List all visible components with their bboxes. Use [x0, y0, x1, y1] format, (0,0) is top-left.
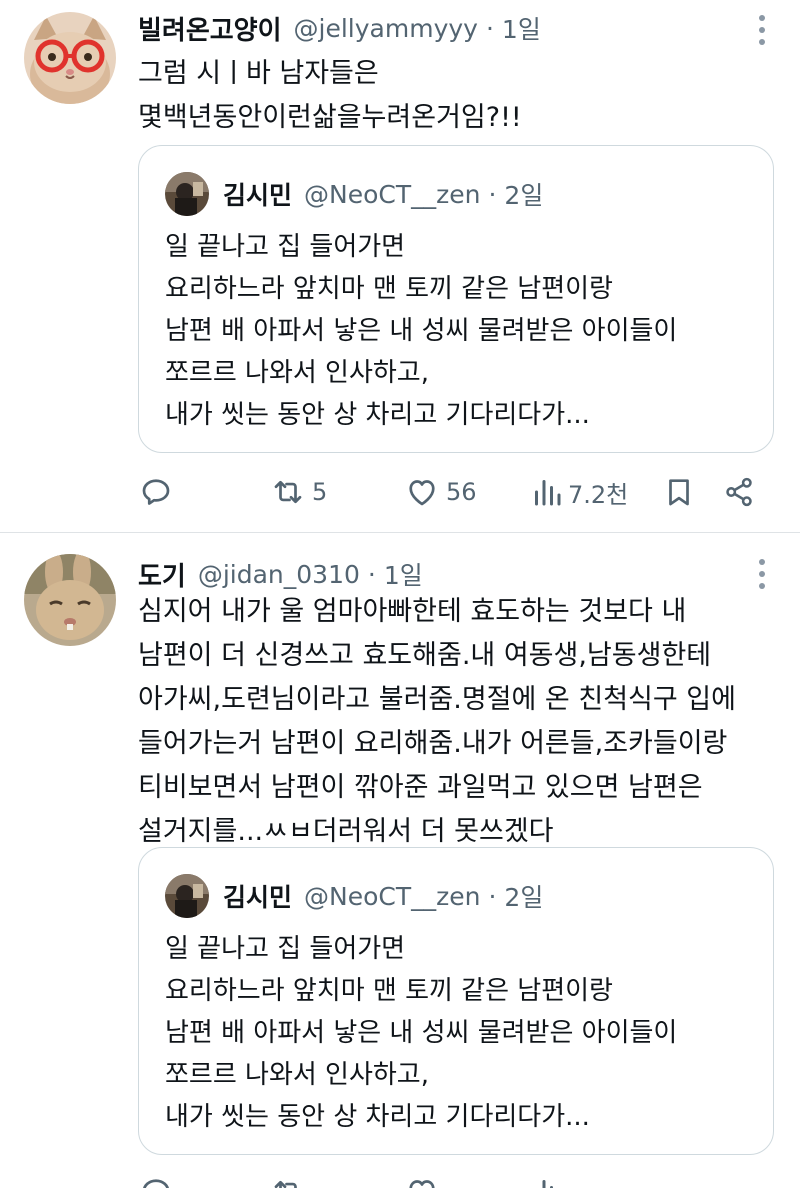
- reply-icon: [142, 479, 170, 505]
- views-button[interactable]: 7.2천: [532, 470, 628, 514]
- avatar-rabbit[interactable]: [24, 554, 116, 646]
- quoted-display-name: 김시민: [223, 181, 293, 210]
- views-icon: [535, 480, 561, 506]
- quoted-text-line: 남편 배 아파서 낳은 내 성씨 물려받은 아이들이: [165, 1018, 678, 1048]
- quoted-text-line: 일 끝나고 집 들어가면: [165, 934, 406, 964]
- display-name[interactable]: 빌려온고양이: [138, 10, 282, 47]
- retweet-button[interactable]: [270, 1170, 306, 1188]
- reply-icon: [143, 1179, 169, 1188]
- retweet-button[interactable]: 5: [270, 470, 327, 514]
- more-icon[interactable]: [754, 554, 770, 594]
- timestamp[interactable]: 1일: [384, 556, 423, 592]
- quoted-user-handle: @NeoCT__zen: [304, 881, 481, 911]
- tweet-header: 빌려온고양이 @jellyammyyy · 1일: [138, 8, 541, 48]
- retweet-icon: [274, 480, 302, 504]
- action-bar: 5 56 7.2천: [138, 470, 768, 514]
- quoted-text-line: 쪼르르 나와서 인사하고,: [165, 1060, 429, 1090]
- quoted-text-line: 내가 씻는 동안 상 차리고 기다리다가...: [165, 400, 590, 430]
- reply-button[interactable]: [138, 1170, 174, 1188]
- quoted-tweet-header: 김시민 @NeoCT__zen · 2일: [223, 174, 543, 214]
- like-icon: [409, 480, 435, 506]
- quoted-tweet-header: 김시민 @NeoCT__zen · 2일: [223, 876, 543, 916]
- quoted-timestamp: 2일: [504, 181, 544, 210]
- tweet-divider: [0, 532, 800, 533]
- retweet-count: 5: [312, 478, 328, 506]
- user-handle[interactable]: @jidan_0310: [198, 560, 360, 589]
- avatar-quoted-user: [165, 172, 209, 216]
- tweet-text: 그럼 시ㅣ바 남자들은 몇백년동안이런삶을누려온거임?!!: [138, 52, 778, 140]
- action-bar: [138, 1170, 768, 1188]
- tweet-text-line: 들어가는거 남편이 요리해줌.내가 어른들,조카들이랑: [138, 728, 728, 759]
- quoted-tweet-text: 일 끝나고 집 들어가면 요리하느라 앞치마 맨 토끼 같은 남편이랑 남편 배…: [165, 226, 677, 436]
- quoted-display-name: 김시민: [223, 883, 293, 912]
- tweet-text-line: 티비보면서 남편이 깎아준 과일먹고 있으면 남편은: [138, 772, 703, 803]
- tweet-text-line: 아가씨,도련님이라고 불러줌.명절에 온 친척식구 입에: [138, 684, 736, 715]
- like-icon: [409, 1180, 435, 1188]
- views-count: 7.2천: [568, 480, 629, 509]
- tweet-text-line: 심지어 내가 울 엄마아빠한테 효도하는 것보다 내: [138, 596, 687, 627]
- quoted-tweet[interactable]: 김시민 @NeoCT__zen · 2일 일 끝나고 집 들어가면 요리하느라 …: [138, 847, 774, 1155]
- separator-dot: ·: [488, 881, 497, 911]
- quoted-timestamp: 2일: [504, 883, 544, 912]
- tweet-text: 심지어 내가 울 엄마아빠한테 효도하는 것보다 내 남편이 더 신경쓰고 효도…: [138, 590, 778, 854]
- tweet-text-line: 그럼 시ㅣ바 남자들은: [138, 58, 379, 89]
- quoted-tweet-text: 일 끝나고 집 들어가면 요리하느라 앞치마 맨 토끼 같은 남편이랑 남편 배…: [165, 928, 677, 1138]
- quoted-text-line: 남편 배 아파서 낳은 내 성씨 물려받은 아이들이: [165, 316, 678, 346]
- quoted-text-line: 쪼르르 나와서 인사하고,: [165, 358, 429, 388]
- views-icon: [542, 1180, 553, 1188]
- tweet-header: 도기 @jidan_0310 · 1일: [138, 554, 423, 594]
- avatar-quoted-user: [165, 874, 209, 918]
- bookmark-icon: [669, 479, 689, 506]
- quoted-text-line: 일 끝나고 집 들어가면: [165, 232, 406, 262]
- quoted-user-handle: @NeoCT__zen: [304, 179, 481, 209]
- quoted-tweet[interactable]: 김시민 @NeoCT__zen · 2일 일 끝나고 집 들어가면 요리하느라 …: [138, 145, 774, 453]
- quoted-text-line: 요리하느라 앞치마 맨 토끼 같은 남편이랑: [165, 976, 613, 1006]
- tweet-text-line: 남편이 더 신경쓰고 효도해줌.내 여동생,남동생한테: [138, 640, 712, 671]
- tweet[interactable]: 빌려온고양이 @jellyammyyy · 1일 그럼 시ㅣ바 남자들은 몇백년…: [0, 0, 800, 532]
- avatar-cat[interactable]: [24, 12, 116, 104]
- share-icon: [726, 477, 752, 507]
- bookmark-button[interactable]: [662, 470, 696, 514]
- tweet[interactable]: 도기 @jidan_0310 · 1일 심지어 내가 울 엄마아빠한테 효도하는…: [0, 540, 800, 1188]
- tweet-text-line: 몇백년동안이런삶을누려온거임?!!: [138, 102, 522, 133]
- share-button[interactable]: [722, 470, 756, 514]
- separator-dot: ·: [367, 559, 376, 589]
- like-count: 56: [446, 478, 477, 506]
- user-handle[interactable]: @jellyammyyy: [294, 14, 478, 43]
- views-button[interactable]: [532, 1170, 562, 1188]
- quoted-text-line: 요리하느라 앞치마 맨 토끼 같은 남편이랑: [165, 274, 613, 304]
- separator-dot: ·: [485, 13, 494, 43]
- like-button[interactable]: 56: [404, 470, 477, 514]
- quoted-text-line: 내가 씻는 동안 상 차리고 기다리다가...: [165, 1102, 590, 1132]
- like-button[interactable]: [404, 1170, 440, 1188]
- timestamp[interactable]: 1일: [502, 10, 541, 46]
- retweet-icon: [274, 1180, 297, 1188]
- separator-dot: ·: [488, 179, 497, 209]
- more-icon[interactable]: [754, 10, 770, 50]
- reply-button[interactable]: [138, 470, 174, 514]
- display-name[interactable]: 도기: [138, 556, 186, 593]
